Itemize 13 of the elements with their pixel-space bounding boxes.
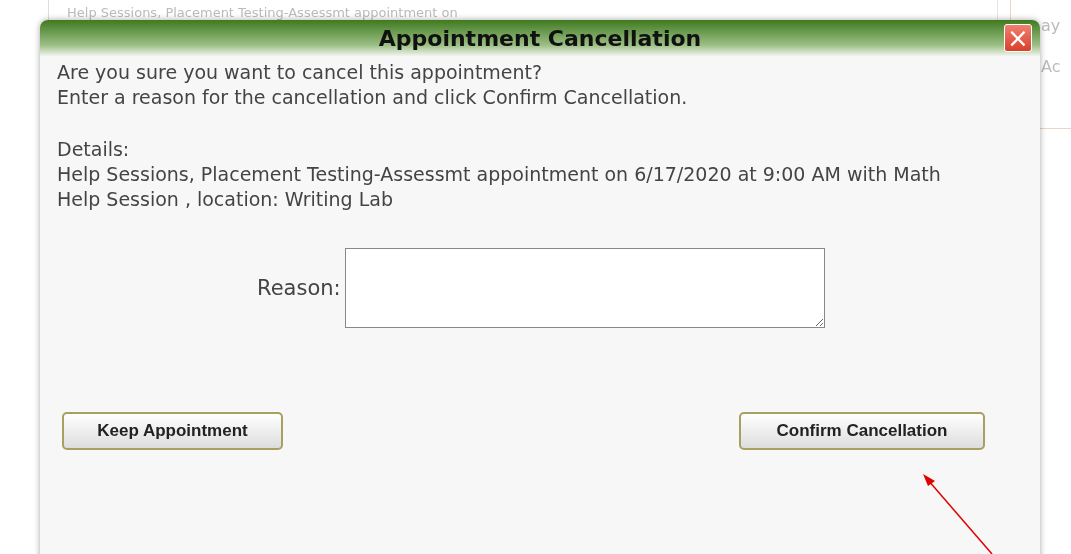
close-button[interactable]: × — [1004, 24, 1032, 52]
instruction-text: Are you sure you want to cancel this appointment? — [57, 60, 544, 85]
side-text: Ac — [1041, 57, 1062, 76]
instruction-text: Enter a reason for the cancellation and click Confirm Cancellation. — [57, 85, 689, 110]
list-text: Help Sessions, Placement Testing-Assessmt appointment on — [67, 5, 458, 20]
dialog-button[interactable]: Keep Appointment — [62, 412, 283, 450]
details-label: Details: — [57, 137, 131, 162]
reason-field[interactable] — [344, 248, 825, 328]
dialog-title: Appointment Cancellation — [378, 25, 702, 51]
side-text: ay — [1041, 16, 1062, 35]
dialog-button[interactable]: Confirm Cancellation — [739, 412, 985, 450]
reason-label: Reason: — [257, 276, 341, 300]
details-text: Help Sessions, Placement Testing-Assessmt appointment on 6/17/2020 at 9:00 AM with Math Help Session , location: Writing Lab — [57, 162, 942, 212]
